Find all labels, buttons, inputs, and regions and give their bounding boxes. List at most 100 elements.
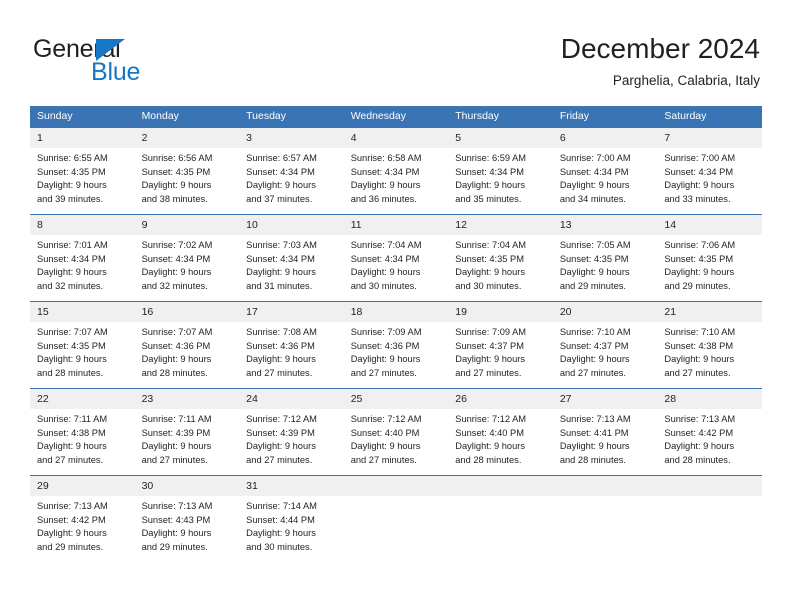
page-header: General Blue December 2024 Parghelia, Ca… (0, 0, 792, 100)
day-number: 20 (552, 302, 658, 322)
day-cell[interactable]: 19 Sunrise: 7:09 AM Sunset: 4:37 PM Dayl… (448, 301, 553, 389)
daylight-text-line2: and 36 minutes. (350, 193, 417, 204)
day-number (343, 476, 449, 496)
sunrise-text: Sunrise: 7:12 AM (455, 414, 527, 424)
sunset-text: Sunset: 4:35 PM (455, 253, 524, 264)
day-details: Sunrise: 7:00 AM Sunset: 4:34 PM Dayligh… (657, 148, 762, 214)
sunset-text: Sunset: 4:40 PM (455, 427, 524, 438)
day-cell[interactable]: 12 Sunrise: 7:04 AM Sunset: 4:35 PM Dayl… (448, 214, 553, 302)
daylight-text-line2: and 27 minutes. (246, 367, 313, 378)
day-cell[interactable]: 21 Sunrise: 7:10 AM Sunset: 4:38 PM Dayl… (657, 301, 762, 389)
day-cell[interactable]: 22 Sunrise: 7:11 AM Sunset: 4:38 PM Dayl… (30, 388, 135, 476)
daylight-text-line1: Daylight: 9 hours (455, 267, 526, 278)
day-cell[interactable]: 26 Sunrise: 7:12 AM Sunset: 4:40 PM Dayl… (448, 388, 553, 476)
daylight-text-line2: and 27 minutes. (664, 367, 731, 378)
page-subtitle: Parghelia, Calabria, Italy (612, 73, 760, 88)
day-details: Sunrise: 7:13 AM Sunset: 4:43 PM Dayligh… (134, 496, 240, 562)
day-cell[interactable]: 14 Sunrise: 7:06 AM Sunset: 4:35 PM Dayl… (657, 214, 762, 302)
sunrise-text: Sunrise: 7:13 AM (664, 414, 736, 424)
day-cell[interactable]: 9 Sunrise: 7:02 AM Sunset: 4:34 PM Dayli… (134, 214, 240, 302)
daylight-text-line2: and 39 minutes. (37, 193, 104, 204)
day-cell[interactable]: 6 Sunrise: 7:00 AM Sunset: 4:34 PM Dayli… (552, 127, 658, 215)
day-details: Sunrise: 7:05 AM Sunset: 4:35 PM Dayligh… (552, 235, 658, 301)
daylight-text-line1: Daylight: 9 hours (37, 267, 107, 278)
day-cell[interactable]: 11 Sunrise: 7:04 AM Sunset: 4:34 PM Dayl… (343, 214, 449, 302)
day-details (657, 496, 762, 562)
sunrise-text: Sunrise: 6:55 AM (37, 153, 108, 163)
day-cell-empty (448, 475, 553, 562)
daylight-text-line2: and 27 minutes. (350, 367, 417, 378)
calendar-body: 1 Sunrise: 6:55 AM Sunset: 4:35 PM Dayli… (30, 127, 762, 562)
daylight-text-line1: Daylight: 9 hours (37, 528, 107, 539)
day-cell[interactable]: 2 Sunrise: 6:56 AM Sunset: 4:35 PM Dayli… (134, 127, 240, 215)
sunrise-text: Sunrise: 7:10 AM (664, 327, 736, 337)
day-details: Sunrise: 7:04 AM Sunset: 4:34 PM Dayligh… (343, 235, 449, 301)
day-number: 28 (657, 389, 762, 409)
day-cell[interactable]: 8 Sunrise: 7:01 AM Sunset: 4:34 PM Dayli… (30, 214, 135, 302)
day-cell[interactable]: 16 Sunrise: 7:07 AM Sunset: 4:36 PM Dayl… (134, 301, 240, 389)
daylight-text-line2: and 28 minutes. (664, 454, 731, 465)
sunrise-text: Sunrise: 7:00 AM (664, 153, 736, 163)
day-details: Sunrise: 7:09 AM Sunset: 4:36 PM Dayligh… (343, 322, 449, 388)
day-cell[interactable]: 20 Sunrise: 7:10 AM Sunset: 4:37 PM Dayl… (552, 301, 658, 389)
day-cell[interactable]: 1 Sunrise: 6:55 AM Sunset: 4:35 PM Dayli… (30, 127, 135, 215)
sunset-text: Sunset: 4:35 PM (664, 253, 734, 264)
day-cell[interactable]: 7 Sunrise: 7:00 AM Sunset: 4:34 PM Dayli… (657, 127, 762, 215)
weekday-header-sunday: Sunday (30, 106, 135, 128)
day-cell[interactable]: 3 Sunrise: 6:57 AM Sunset: 4:34 PM Dayli… (239, 127, 344, 215)
sunset-text: Sunset: 4:40 PM (350, 427, 420, 438)
day-cell[interactable]: 25 Sunrise: 7:12 AM Sunset: 4:40 PM Dayl… (343, 388, 449, 476)
day-cell[interactable]: 17 Sunrise: 7:08 AM Sunset: 4:36 PM Dayl… (239, 301, 344, 389)
day-number: 7 (657, 128, 762, 148)
daylight-text-line2: and 29 minutes. (37, 541, 104, 552)
day-cell[interactable]: 29 Sunrise: 7:13 AM Sunset: 4:42 PM Dayl… (30, 475, 135, 562)
daylight-text-line1: Daylight: 9 hours (141, 354, 212, 365)
page-title: December 2024 (560, 33, 760, 64)
day-cell[interactable]: 18 Sunrise: 7:09 AM Sunset: 4:36 PM Dayl… (343, 301, 449, 389)
day-details: Sunrise: 6:56 AM Sunset: 4:35 PM Dayligh… (134, 148, 240, 214)
day-cell[interactable]: 13 Sunrise: 7:05 AM Sunset: 4:35 PM Dayl… (552, 214, 658, 302)
day-number: 24 (239, 389, 344, 409)
day-details: Sunrise: 7:14 AM Sunset: 4:44 PM Dayligh… (239, 496, 344, 562)
daylight-text-line2: and 27 minutes. (559, 367, 626, 378)
day-cell-empty (343, 475, 449, 562)
daylight-text-line1: Daylight: 9 hours (664, 180, 735, 191)
weekday-header-friday: Friday (552, 106, 658, 128)
daylight-text-line2: and 29 minutes. (664, 280, 731, 291)
day-cell[interactable]: 28 Sunrise: 7:13 AM Sunset: 4:42 PM Dayl… (657, 388, 762, 476)
sunset-text: Sunset: 4:36 PM (141, 340, 211, 351)
day-number: 5 (448, 128, 553, 148)
day-cell[interactable]: 10 Sunrise: 7:03 AM Sunset: 4:34 PM Dayl… (239, 214, 344, 302)
sunset-text: Sunset: 4:39 PM (246, 427, 315, 438)
daylight-text-line1: Daylight: 9 hours (350, 180, 421, 191)
day-details: Sunrise: 7:00 AM Sunset: 4:34 PM Dayligh… (552, 148, 658, 214)
calendar-week-row: 8 Sunrise: 7:01 AM Sunset: 4:34 PM Dayli… (30, 214, 762, 302)
calendar-week-row: 22 Sunrise: 7:11 AM Sunset: 4:38 PM Dayl… (30, 388, 762, 476)
day-number: 8 (30, 215, 135, 235)
daylight-text-line2: and 27 minutes. (350, 454, 417, 465)
daylight-text-line1: Daylight: 9 hours (246, 441, 316, 452)
day-cell[interactable]: 23 Sunrise: 7:11 AM Sunset: 4:39 PM Dayl… (134, 388, 240, 476)
sunset-text: Sunset: 4:35 PM (37, 166, 106, 177)
day-number: 27 (552, 389, 658, 409)
day-cell[interactable]: 27 Sunrise: 7:13 AM Sunset: 4:41 PM Dayl… (552, 388, 658, 476)
day-cell[interactable]: 30 Sunrise: 7:13 AM Sunset: 4:43 PM Dayl… (134, 475, 240, 562)
day-details (552, 496, 658, 562)
day-number: 26 (448, 389, 553, 409)
sunset-text: Sunset: 4:43 PM (141, 514, 211, 525)
day-details: Sunrise: 7:12 AM Sunset: 4:40 PM Dayligh… (448, 409, 553, 475)
day-cell[interactable]: 31 Sunrise: 7:14 AM Sunset: 4:44 PM Dayl… (239, 475, 344, 562)
daylight-text-line1: Daylight: 9 hours (664, 354, 735, 365)
sunset-text: Sunset: 4:44 PM (246, 514, 315, 525)
daylight-text-line1: Daylight: 9 hours (559, 354, 630, 365)
daylight-text-line1: Daylight: 9 hours (455, 180, 526, 191)
day-details: Sunrise: 7:04 AM Sunset: 4:35 PM Dayligh… (448, 235, 553, 301)
sunrise-text: Sunrise: 6:59 AM (455, 153, 527, 163)
day-cell[interactable]: 5 Sunrise: 6:59 AM Sunset: 4:34 PM Dayli… (448, 127, 553, 215)
day-cell[interactable]: 15 Sunrise: 7:07 AM Sunset: 4:35 PM Dayl… (30, 301, 135, 389)
day-details: Sunrise: 7:08 AM Sunset: 4:36 PM Dayligh… (239, 322, 344, 388)
day-cell[interactable]: 4 Sunrise: 6:58 AM Sunset: 4:34 PM Dayli… (343, 127, 449, 215)
day-details (448, 496, 553, 562)
general-blue-logo[interactable]: General Blue (33, 36, 183, 88)
day-cell[interactable]: 24 Sunrise: 7:12 AM Sunset: 4:39 PM Dayl… (239, 388, 344, 476)
